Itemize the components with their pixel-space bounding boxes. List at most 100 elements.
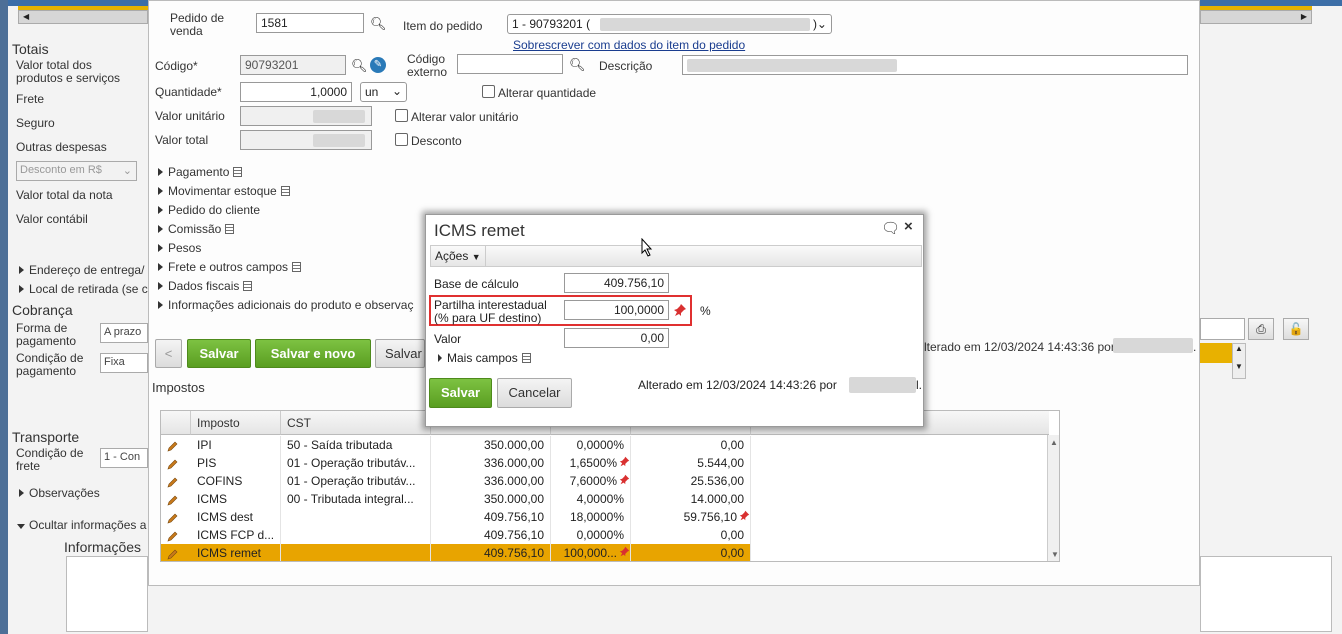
cell-text: ICMS FCP d... [197, 528, 275, 542]
condicao-pagamento-select[interactable]: Fixa [100, 353, 148, 373]
search-icon[interactable]: 🔍︎ [351, 58, 368, 74]
cobranca-title: Cobrança [12, 302, 73, 318]
table-row[interactable]: ICMS dest 409.756,10 18,0000% 59.756,10 [161, 508, 751, 526]
desconto-checkbox[interactable] [395, 133, 408, 146]
table-cell-aliq: 18,0000% [551, 508, 631, 526]
salvar-button[interactable]: Salvar [187, 339, 251, 368]
codigo-input[interactable]: 90793201 [240, 55, 346, 75]
period-text: . [1193, 340, 1197, 354]
forma-pagamento-select[interactable]: A prazo [100, 323, 148, 343]
expander-endereco[interactable]: Endereço de entrega/ [19, 264, 144, 277]
expander-observacoes[interactable]: Observações [19, 487, 100, 500]
mais-campos-expander[interactable]: Mais campos [438, 352, 531, 364]
table-cell-imposto: ICMS FCP d... [191, 526, 281, 544]
search-icon[interactable]: 🔍︎ [370, 16, 387, 32]
vertical-scrollbar[interactable]: ▲ ▼ [1047, 435, 1059, 561]
horizontal-scrollbar[interactable]: ◀ [18, 10, 148, 24]
table-row[interactable]: ICMS FCP d... 409.756,10 0,0000% 0,00 [161, 526, 751, 544]
print-icon[interactable]: ⎙ [1248, 318, 1274, 340]
section-informacoes-adicionais[interactable]: Informações adicionais do produto e obse… [158, 298, 413, 312]
unlock-icon[interactable]: 🔓 [1283, 318, 1309, 340]
salvar-secondary-button[interactable]: Salvar [375, 339, 425, 368]
section-pesos[interactable]: Pesos [158, 241, 201, 255]
triangle-right-icon [158, 225, 163, 233]
chevron-down-icon: ⌄ [391, 84, 402, 98]
section-dados-fiscais[interactable]: Dados fiscais [158, 279, 253, 293]
right-input[interactable] [1200, 318, 1245, 340]
expander-ocultar[interactable]: Ocultar informações a [17, 519, 146, 532]
acoes-menu[interactable]: Ações ▼ [431, 246, 486, 266]
informacoes-textarea[interactable] [1200, 556, 1332, 632]
section-pedido-cliente[interactable]: Pedido do cliente [158, 203, 260, 217]
table-cell-aliq: 4,0000% [551, 490, 631, 508]
sobrescrever-link[interactable]: Sobrescrever com dados do item do pedido [513, 38, 745, 52]
table-row[interactable]: IPI 50 - Saída tributada 350.000,00 0,0000%… [161, 436, 751, 454]
section-comissao[interactable]: Comissão [158, 222, 235, 236]
prev-button[interactable]: < [155, 339, 182, 368]
quantidade-input[interactable]: 1,0000 [240, 82, 352, 102]
expander-label: Local de retirada (se c [29, 282, 148, 296]
chevron-down-icon: )⌄ [812, 17, 827, 31]
table-row[interactable]: ICMS 00 - Tributada integral... 350.000,00… [161, 490, 751, 508]
close-icon[interactable]: × [904, 218, 913, 235]
blurred-text [313, 134, 365, 147]
cell-text: 0,00 [720, 438, 744, 452]
pin-icon[interactable] [673, 303, 687, 320]
dialog-altered-suffix: l. [916, 378, 922, 392]
cell-text: 1,6500% [569, 456, 617, 470]
partilha-input[interactable]: 100,0000 [564, 300, 669, 320]
triangle-right-icon [158, 187, 163, 195]
edit-pencil-icon[interactable] [167, 493, 179, 506]
note-icon [233, 167, 243, 177]
valor-input[interactable]: 0,00 [564, 328, 669, 348]
table-row[interactable]: COFINS 01 - Operação tributáv... 336.000,0… [161, 472, 751, 490]
alterar-valor-unitario-checkbox[interactable] [395, 109, 408, 122]
item-pedido-select[interactable]: 1 - 90793201 ()⌄ [507, 14, 832, 34]
base-calculo-input[interactable]: 409.756,10 [564, 273, 669, 293]
triangle-right-icon [438, 354, 442, 362]
section-label: Dados fiscais [168, 279, 240, 293]
vertical-scrollbar[interactable]: ▲ ▼ [1232, 343, 1246, 379]
column-header-cst[interactable]: CST [281, 411, 431, 435]
cell-text: 5.544,00 [697, 456, 744, 470]
informacoes-textarea[interactable] [66, 556, 148, 632]
section-movimentar-estoque[interactable]: Movimentar estoque [158, 184, 290, 198]
unidade-select[interactable]: un ⌄ [360, 82, 407, 102]
horizontal-scrollbar[interactable]: ▶ [1200, 10, 1312, 24]
column-header-imposto[interactable]: Imposto [191, 411, 281, 435]
codigo-externo-input[interactable] [457, 54, 563, 74]
salvar-novo-button[interactable]: Salvar e novo [255, 339, 371, 368]
condicao-frete-select[interactable]: 1 - Con [100, 448, 148, 468]
condicao-pagamento-label: Condição de pagamento [16, 351, 84, 378]
valor-total-input[interactable] [240, 130, 372, 150]
totais-item: Valor total da nota [16, 188, 113, 202]
table-cell-cst [281, 508, 431, 526]
pedido-venda-input[interactable]: 1581 [256, 13, 364, 33]
impostos-table: Imposto CST IPI 50 - Saída tributada 350.0… [160, 410, 1060, 562]
section-pagamento[interactable]: Pagamento [158, 165, 243, 179]
edit-pencil-icon[interactable] [167, 439, 179, 452]
valor-unitario-input[interactable] [240, 106, 372, 126]
desconto-select[interactable]: Desconto em R$ ⌄ [16, 161, 137, 181]
table-row[interactable]: ICMS remet 409.756,10 100,000... 0,00 [161, 544, 751, 561]
section-frete[interactable]: Frete e outros campos [158, 260, 302, 274]
edit-pencil-icon[interactable] [167, 511, 179, 524]
table-row[interactable]: PIS 01 - Operação tributáv... 336.000,00 1,… [161, 454, 751, 472]
search-icon[interactable]: 🔍︎ [569, 57, 586, 73]
edit-pencil-icon[interactable] [167, 547, 179, 560]
edit-pencil-icon[interactable] [167, 475, 179, 488]
table-cell-base: 350.000,00 [431, 436, 551, 454]
edit-pencil-icon[interactable] [167, 457, 179, 470]
partilha-label: Partilha interestadual [434, 298, 547, 312]
dialog-cancelar-button[interactable]: Cancelar [497, 378, 572, 408]
comment-icon[interactable]: 🗨︎ [881, 219, 900, 237]
edit-pencil-icon[interactable] [167, 529, 179, 542]
alterar-quantidade-checkbox[interactable] [482, 85, 495, 98]
descricao-input[interactable] [682, 55, 1188, 75]
info-icon[interactable]: ✎ [370, 57, 386, 73]
valor-unitario-label: Valor unitário [155, 109, 225, 123]
expander-local[interactable]: Local de retirada (se c [19, 283, 148, 296]
dialog-salvar-button[interactable]: Salvar [429, 378, 492, 408]
cell-text: COFINS [197, 474, 243, 488]
cell-text: 336.000,00 [483, 456, 544, 470]
